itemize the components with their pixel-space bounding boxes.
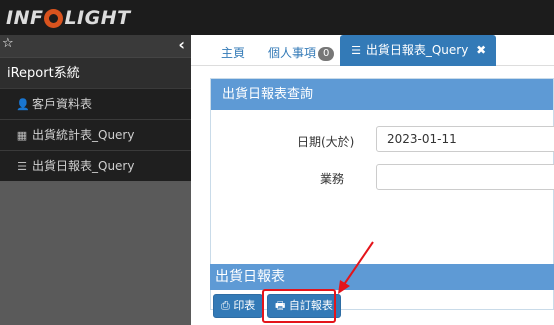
tab-bar: 主頁 個人事項 0 ☰ 出貨日報表_Query ✖ — [191, 35, 554, 66]
tab-personal-label: 個人事項 — [268, 46, 317, 60]
sidebar-item-shipment-stats[interactable]: ▦ 出貨統計表_Query — [0, 119, 191, 150]
print-button[interactable]: ⎙ 印表 — [213, 294, 264, 318]
sidebar: ☆ ‹ iReport系統 👤 客戶資料表 ▦ 出貨統計表_Query ☰ 出貨… — [0, 35, 191, 325]
sales-field[interactable] — [376, 164, 554, 190]
annotation-highlight-box — [262, 289, 336, 323]
sidebar-empty-area — [0, 183, 191, 325]
sidebar-group-ireport[interactable]: iReport系統 — [0, 57, 191, 88]
list-icon: ☰ — [17, 159, 27, 173]
top-header: INF LIGHT — [0, 0, 554, 35]
sidebar-item-label: 客戶資料表 — [32, 96, 93, 111]
star-icon[interactable]: ☆ — [2, 36, 14, 51]
date-field[interactable]: 2023-01-11 — [376, 126, 554, 152]
sidebar-item-label: 出貨日報表_Query — [32, 158, 135, 173]
date-label: 日期(大於) — [297, 135, 355, 149]
list-icon: ☰ — [351, 44, 361, 57]
sidebar-item-customer[interactable]: 👤 客戶資料表 — [0, 88, 191, 119]
sidebar-toolbar: ☆ ‹ — [0, 35, 191, 57]
collapse-sidebar-icon[interactable]: ‹ — [178, 35, 185, 54]
tab-active-label: 出貨日報表_Query — [365, 43, 469, 57]
tab-personal[interactable]: 個人事項 0 — [268, 40, 335, 66]
sidebar-item-daily-shipment[interactable]: ☰ 出貨日報表_Query — [0, 150, 191, 181]
logo-o-icon — [44, 8, 64, 28]
tab-home[interactable]: 主頁 — [221, 40, 245, 66]
sales-label: 業務 — [320, 172, 345, 186]
main-content: 主頁 個人事項 0 ☰ 出貨日報表_Query ✖ 出貨日報表查詢 日期(大於) … — [191, 35, 554, 325]
print-button-label: 印表 — [233, 299, 256, 312]
report-title: 出貨日報表 — [210, 264, 554, 290]
tab-daily-shipment-query[interactable]: ☰ 出貨日報表_Query ✖ — [340, 35, 497, 66]
table-icon: ▦ — [16, 128, 28, 142]
print-user-icon: ⎙ — [221, 299, 230, 312]
infolight-logo: INF LIGHT — [6, 6, 131, 30]
logo-text-right: LIGHT — [64, 7, 131, 29]
user-icon: 👤 — [16, 97, 30, 111]
logo-text-left: INF — [6, 7, 44, 29]
query-panel-title: 出貨日報表查詢 — [211, 79, 553, 110]
personal-count-badge: 0 — [318, 46, 335, 61]
sidebar-item-label: 出貨統計表_Query — [32, 127, 135, 142]
close-tab-icon[interactable]: ✖ — [476, 43, 486, 57]
